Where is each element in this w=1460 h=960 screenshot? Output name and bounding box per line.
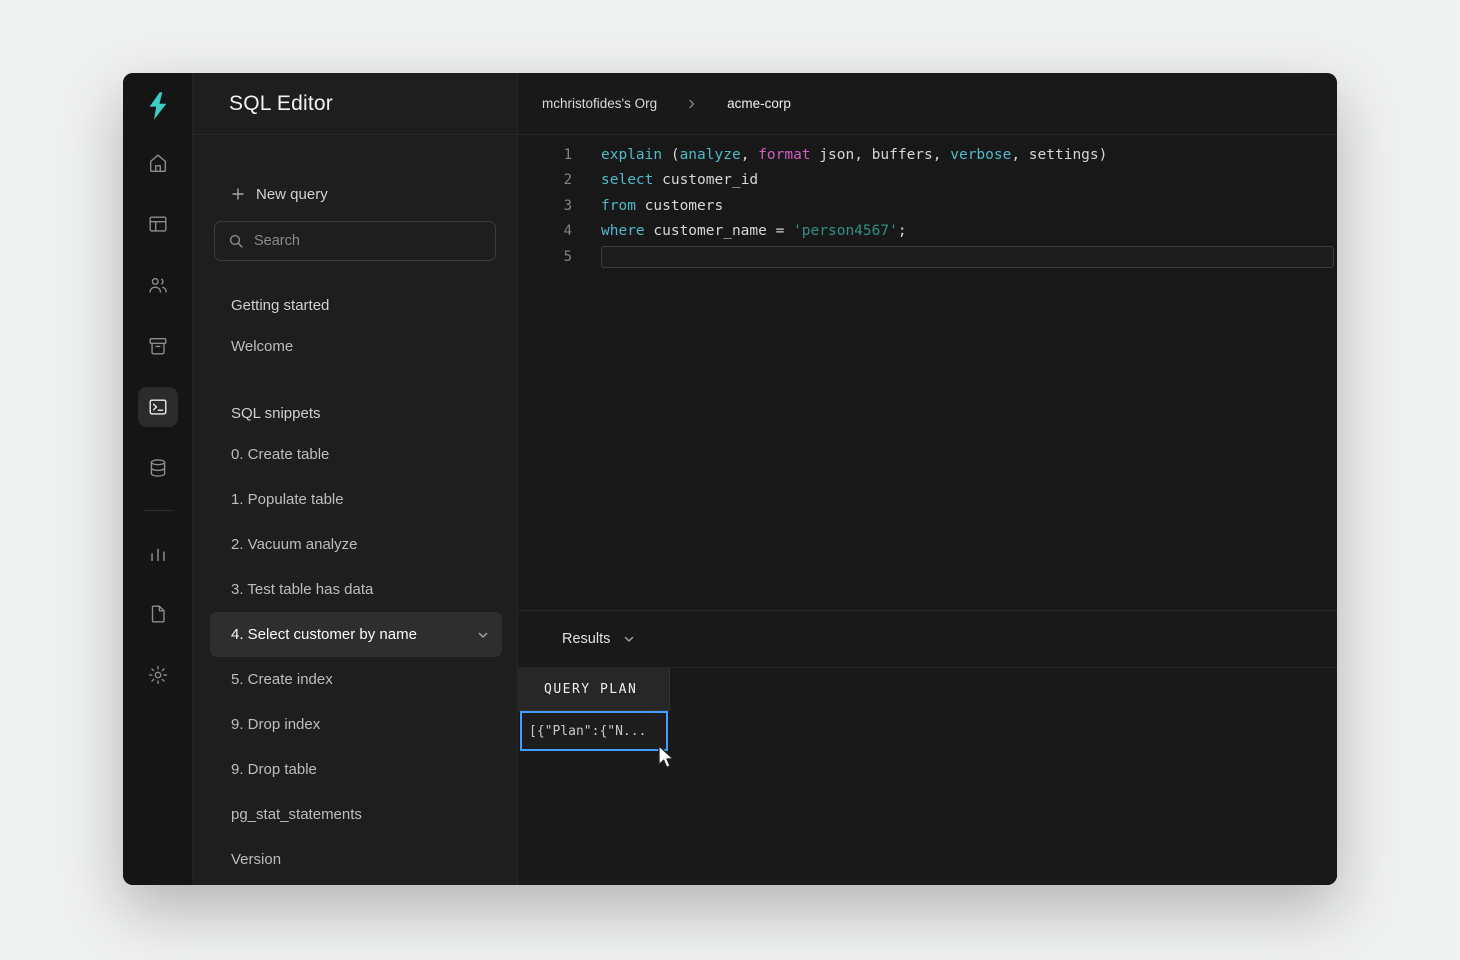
users-icon[interactable] xyxy=(138,265,178,305)
sidebar-item-9-drop-table[interactable]: 9. Drop table xyxy=(210,747,502,792)
code-text: from customers xyxy=(601,198,723,214)
code-line[interactable]: 1 explain (analyze, format json, buffers,… xyxy=(518,142,1337,168)
code-line[interactable]: 2 select customer_id xyxy=(518,168,1337,194)
sidebar-item-label: 3. Test table has data xyxy=(231,581,373,598)
breadcrumb-org[interactable]: mchristofides's Org xyxy=(542,96,657,111)
top-header: SQL Editor mchristofides's Org acme-corp xyxy=(193,73,1337,135)
query-plan-selected-cell[interactable]: [{"Plan":{"N... xyxy=(520,711,668,751)
code-text xyxy=(601,246,1334,268)
sidebar-item-label: Version xyxy=(231,851,281,868)
sidebar-item-welcome[interactable]: Welcome xyxy=(210,324,502,369)
search-icon xyxy=(228,233,244,249)
line-number: 1 xyxy=(518,147,572,163)
code-line[interactable]: 5 xyxy=(518,244,1337,270)
chevron-down-icon[interactable] xyxy=(622,632,636,646)
sidebar-item-label: 0. Create table xyxy=(231,446,329,463)
sidebar-item-3-test-table-has-data[interactable]: 3. Test table has data xyxy=(210,567,502,612)
code-line[interactable]: 3 from customers xyxy=(518,193,1337,219)
sidebar-item-label: 9. Drop index xyxy=(231,716,320,733)
query-plan-column-header: QUERY PLAN xyxy=(518,668,670,711)
logs-file-icon[interactable] xyxy=(138,594,178,634)
sidebar-item-9-drop-index[interactable]: 9. Drop index xyxy=(210,702,502,747)
results-dropdown[interactable]: Results xyxy=(562,631,610,647)
line-number: 3 xyxy=(518,198,572,214)
code-text: select customer_id xyxy=(601,172,758,188)
sidebar-item-version[interactable]: Version xyxy=(210,837,502,882)
breadcrumb: mchristofides's Org acme-corp xyxy=(518,73,1337,134)
code-text: where customer_name = 'person4567'; xyxy=(601,223,907,239)
app-logo-bolt-icon[interactable] xyxy=(140,87,176,125)
sql-editor[interactable]: 1 explain (analyze, format json, buffers,… xyxy=(518,135,1337,610)
chevron-down-icon[interactable] xyxy=(476,628,490,642)
new-query-button[interactable]: New query xyxy=(193,182,517,206)
results-bar: Results xyxy=(518,610,1337,668)
sidebar-item-4-select-customer-by-name[interactable]: 4. Select customer by name xyxy=(210,612,502,657)
new-query-label: New query xyxy=(256,186,328,203)
app-window: SQL Editor mchristofides's Org acme-corp… xyxy=(123,73,1337,885)
plus-icon xyxy=(231,187,245,201)
search-input[interactable] xyxy=(254,233,482,249)
icon-rail xyxy=(123,73,192,885)
sidebar-section: Getting started Welcome xyxy=(193,293,517,369)
sidebar-item-label: 4. Select customer by name xyxy=(231,626,417,643)
sidebar-item-label: 1. Populate table xyxy=(231,491,344,508)
sidebar-header: SQL Editor xyxy=(193,73,518,134)
chevron-right-icon xyxy=(685,97,699,111)
code-line[interactable]: 4 where customer_name = 'person4567'; xyxy=(518,219,1337,245)
main-panel: 1 explain (analyze, format json, buffers,… xyxy=(518,135,1337,885)
sidebar-item-label: 9. Drop table xyxy=(231,761,317,778)
code-text: explain (analyze, format json, buffers, … xyxy=(601,147,1107,163)
settings-gear-icon[interactable] xyxy=(138,655,178,695)
sidebar-item-0-create-table[interactable]: 0. Create table xyxy=(210,432,502,477)
line-number: 5 xyxy=(518,249,572,265)
sidebar-section: SQL snippets 0. Create table 1. Populate t… xyxy=(193,401,517,882)
sidebar-item-label: pg_stat_statements xyxy=(231,806,362,823)
storage-icon[interactable] xyxy=(138,326,178,366)
line-number: 2 xyxy=(518,172,572,188)
sidebar-sections: Getting started Welcome SQL snippets 0. Cre… xyxy=(193,293,517,882)
sidebar: New query Getting started Welcome SQL snip… xyxy=(193,135,518,885)
database-icon[interactable] xyxy=(138,448,178,488)
sidebar-item-2-vacuum-analyze[interactable]: 2. Vacuum analyze xyxy=(210,522,502,567)
rail-divider xyxy=(143,510,173,511)
breadcrumb-project[interactable]: acme-corp xyxy=(727,96,791,111)
table-editor-icon[interactable] xyxy=(138,204,178,244)
sidebar-item-label: 5. Create index xyxy=(231,671,333,688)
section-label: Getting started xyxy=(193,293,517,317)
search-box xyxy=(214,221,496,261)
sql-editor-terminal-icon[interactable] xyxy=(138,387,178,427)
section-label: SQL snippets xyxy=(193,401,517,425)
code-area: 1 explain (analyze, format json, buffers,… xyxy=(518,142,1337,270)
sidebar-item-label: 2. Vacuum analyze xyxy=(231,536,357,553)
results-body: QUERY PLAN [{"Plan":{"N... xyxy=(518,668,1337,885)
reports-chart-icon[interactable] xyxy=(138,533,178,573)
sidebar-item-label: Welcome xyxy=(231,338,293,355)
page-title: SQL Editor xyxy=(229,92,333,116)
sidebar-item-1-populate-table[interactable]: 1. Populate table xyxy=(210,477,502,522)
sidebar-item-5-create-index[interactable]: 5. Create index xyxy=(210,657,502,702)
home-icon[interactable] xyxy=(138,143,178,183)
line-number: 4 xyxy=(518,223,572,239)
sidebar-item-pg-stat-statements[interactable]: pg_stat_statements xyxy=(210,792,502,837)
